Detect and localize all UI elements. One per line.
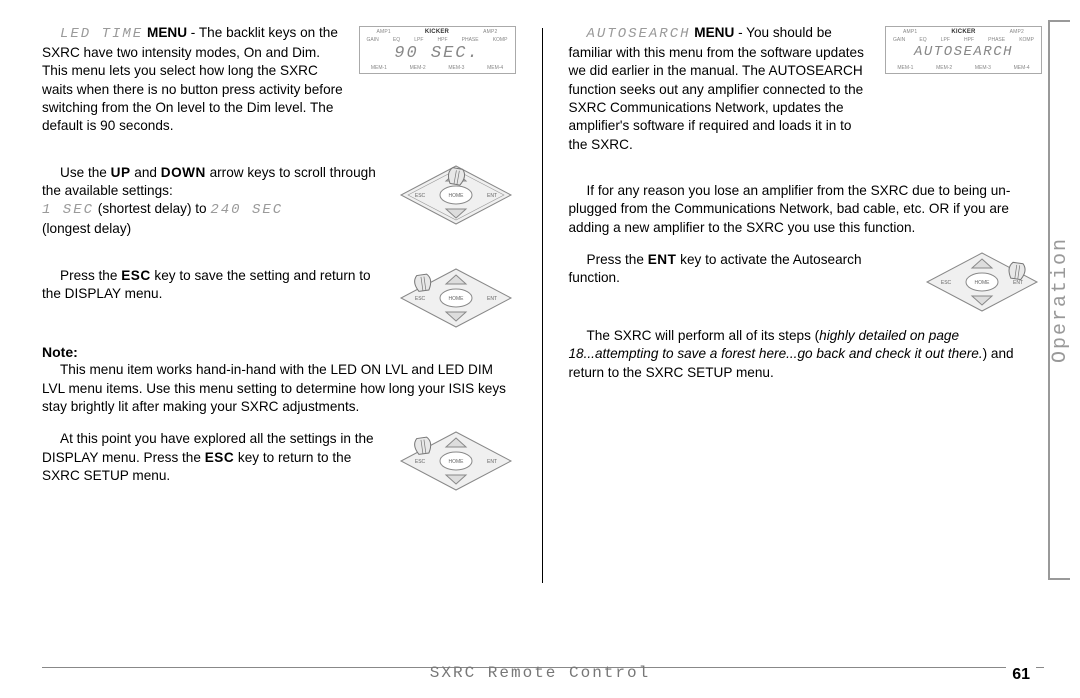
svg-text:HOME: HOME <box>975 280 991 286</box>
note-paragraph: This menu item works hand-in-hand with t… <box>42 361 516 416</box>
autosearch-para-block: AUTOSEARCH MENU - You should be familiar… <box>569 24 1043 168</box>
seg-1sec: 1 SEC <box>42 202 94 218</box>
up-down-paragraph: Use the UP and DOWN arrow keys to scroll… <box>42 164 382 239</box>
seg-autosearch: AUTOSEARCH <box>587 26 691 42</box>
page: LED TIME MENU - The backlit keys on the … <box>0 0 1080 698</box>
down-key-label: DOWN <box>161 165 206 180</box>
ent-activate-paragraph: Press the ENT key to activate the Autose… <box>569 251 909 288</box>
remote-diagram-esc2: ESC HOME ENT <box>396 430 516 492</box>
menu-label: MENU <box>143 25 187 40</box>
svg-text:ENT: ENT <box>1013 280 1023 286</box>
column-divider <box>542 28 543 583</box>
lcd-main-text-1: 90 SEC. <box>360 44 515 63</box>
svg-text:ESC: ESC <box>414 193 425 199</box>
svg-text:HOME: HOME <box>448 296 464 302</box>
lcd-amp2: AMP2 <box>483 29 497 35</box>
content-columns: LED TIME MENU - The backlit keys on the … <box>42 24 1050 584</box>
lcd-amp1: AMP1 <box>376 29 390 35</box>
lcd-logo: KICKER <box>425 29 449 35</box>
ent-key-label: ENT <box>648 252 677 267</box>
lcd-main-text-2: AUTOSEARCH <box>886 44 1041 60</box>
svg-text:HOME: HOME <box>448 193 464 199</box>
sidebar-tab: Operation <box>1048 20 1070 580</box>
led-time-paragraph: LED TIME MENU - The backlit keys on the … <box>42 24 345 136</box>
svg-text:ENT: ENT <box>487 193 497 199</box>
lose-amp-paragraph: If for any reason you lose an amplifier … <box>569 182 1043 237</box>
note-heading: Note: <box>42 343 516 362</box>
ent-activate-block: Press the ENT key to activate the Autose… <box>569 251 1043 313</box>
sidebar-label: Operation <box>1049 237 1072 363</box>
svg-text:ESC: ESC <box>414 296 425 302</box>
left-column: LED TIME MENU - The backlit keys on the … <box>42 24 516 584</box>
esc-save-paragraph: Press the ESC key to save the setting an… <box>42 267 382 304</box>
esc-save-block: Press the ESC key to save the setting an… <box>42 267 516 329</box>
menu-label-2: MENU <box>691 25 735 40</box>
esc-key-label: ESC <box>121 268 150 283</box>
remote-diagram-ent: ESC HOME ENT <box>922 251 1042 313</box>
display-esc-paragraph: At this point you have explored all the … <box>42 430 382 485</box>
svg-text:ESC: ESC <box>414 459 425 465</box>
led-time-para-block: LED TIME MENU - The backlit keys on the … <box>42 24 516 150</box>
seg-led-time: LED TIME <box>60 26 143 42</box>
lcd-display-90sec: AMP1KICKERAMP2 GAINEQLPFHPFPHASEKOMP 90 … <box>359 26 516 74</box>
perform-steps-paragraph: The SXRC will perform all of its steps (… <box>569 327 1043 382</box>
remote-diagram-updown: ESC HOME ENT <box>396 164 516 226</box>
right-column: AUTOSEARCH MENU - You should be familiar… <box>569 24 1051 584</box>
display-esc-block: At this point you have explored all the … <box>42 430 516 499</box>
up-key-label: UP <box>111 165 131 180</box>
esc-key-label-2: ESC <box>205 450 234 465</box>
seg-240sec: 240 SEC <box>210 202 283 218</box>
svg-text:ENT: ENT <box>487 459 497 465</box>
svg-text:ESC: ESC <box>941 280 952 286</box>
remote-diagram-esc: ESC HOME ENT <box>396 267 516 329</box>
svg-text:HOME: HOME <box>448 459 464 465</box>
autosearch-text: - You should be familiar with this menu … <box>569 25 864 152</box>
footer-title: SXRC Remote Control <box>0 664 1080 682</box>
up-down-block: Use the UP and DOWN arrow keys to scroll… <box>42 164 516 253</box>
lcd-display-autosearch: AMP1KICKERAMP2 GAINEQLPFHPFPHASEKOMP AUT… <box>885 26 1042 74</box>
svg-text:ENT: ENT <box>487 296 497 302</box>
page-number: 61 <box>1006 666 1036 684</box>
autosearch-paragraph: AUTOSEARCH MENU - You should be familiar… <box>569 24 872 154</box>
